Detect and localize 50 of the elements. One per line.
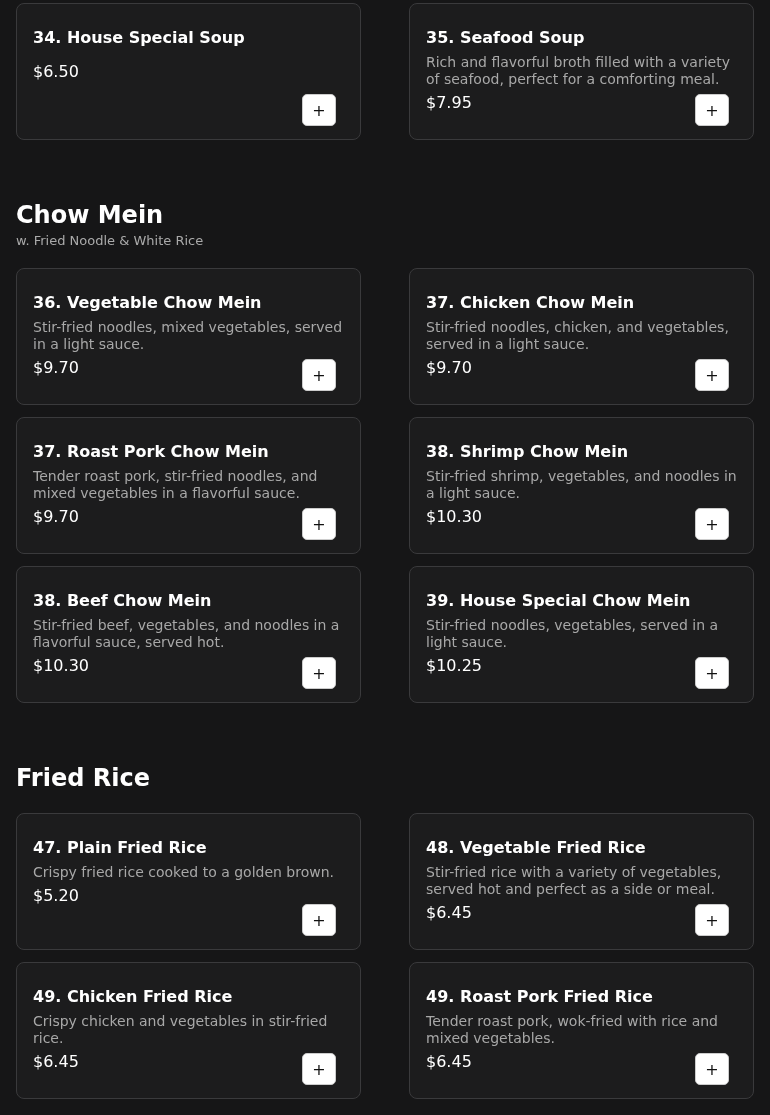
item-name: 49. Roast Pork Fried Rice — [426, 987, 653, 1007]
item-name: 48. Vegetable Fried Rice — [426, 838, 646, 858]
item-price: $5.20 — [33, 886, 79, 906]
item-name: 49. Chicken Fried Rice — [33, 987, 233, 1007]
item-price: $10.30 — [33, 656, 89, 676]
add-button[interactable]: + — [695, 657, 729, 689]
item-name: 38. Shrimp Chow Mein — [426, 442, 629, 462]
add-button[interactable]: + — [302, 904, 336, 936]
item-description: Stir-fried rice with a variety of vegetables, served hot and perfect as a side or meal. — [426, 864, 723, 898]
item-price: $10.30 — [426, 507, 482, 527]
item-description: Stir-fried beef, vegetables, and noodles in a flavorful sauce, served hot. — [33, 617, 341, 651]
section-heading: Chow Mein — [16, 200, 165, 230]
item-price: $9.70 — [33, 507, 79, 527]
item-description: Crispy chicken and vegetables in stir-fried rice. — [33, 1013, 329, 1047]
add-button[interactable]: + — [302, 657, 336, 689]
item-price: $6.45 — [426, 1052, 472, 1072]
add-button[interactable]: + — [695, 359, 729, 391]
item-description: Stir-fried noodles, mixed vegetables, served in a light sauce. — [33, 319, 344, 353]
add-button[interactable]: + — [302, 508, 336, 540]
item-name: 47. Plain Fried Rice — [33, 838, 207, 858]
section-heading: Fried Rice — [16, 763, 151, 793]
item-name: 36. Vegetable Chow Mein — [33, 293, 262, 313]
item-description: Tender roast pork, stir-fried noodles, and mixed vegetables in a flavorful sauce. — [33, 468, 319, 502]
add-button[interactable]: + — [302, 1053, 336, 1085]
item-name: 39. House Special Chow Mein — [426, 591, 691, 611]
item-description: Crispy fried rice cooked to a golden brown. — [33, 864, 335, 881]
item-price: $6.50 — [33, 62, 79, 82]
add-button[interactable]: + — [695, 94, 729, 126]
item-name: 37. Chicken Chow Mein — [426, 293, 635, 313]
item-description: Stir-fried noodles, vegetables, served in a light sauce. — [426, 617, 720, 651]
section-subtitle: w. Fried Noodle & White Rice — [16, 233, 205, 249]
add-button[interactable]: + — [302, 94, 336, 126]
item-price: $10.25 — [426, 656, 482, 676]
add-button[interactable]: + — [695, 508, 729, 540]
add-button[interactable]: + — [695, 1053, 729, 1085]
item-description: Tender roast pork, wok-fried with rice and mixed vegetables. — [426, 1013, 719, 1047]
item-price: $6.45 — [426, 903, 472, 923]
item-description: Rich and flavorful broth filled with a variety of seafood, perfect for a comforting meal. — [426, 54, 731, 88]
item-price: $9.70 — [426, 358, 472, 378]
add-button[interactable]: + — [302, 359, 336, 391]
item-price: $6.45 — [33, 1052, 79, 1072]
add-button[interactable]: + — [695, 904, 729, 936]
item-name: 34. House Special Soup — [33, 28, 245, 48]
item-name: 37. Roast Pork Chow Mein — [33, 442, 269, 462]
item-name: 38. Beef Chow Mein — [33, 591, 212, 611]
item-price: $9.70 — [33, 358, 79, 378]
item-price: $7.95 — [426, 93, 472, 113]
item-name: 35. Seafood Soup — [426, 28, 585, 48]
item-description: Stir-fried shrimp, vegetables, and noodles in a light sauce. — [426, 468, 737, 502]
item-description: Stir-fried noodles, chicken, and vegetables, served in a light sauce. — [426, 319, 730, 353]
